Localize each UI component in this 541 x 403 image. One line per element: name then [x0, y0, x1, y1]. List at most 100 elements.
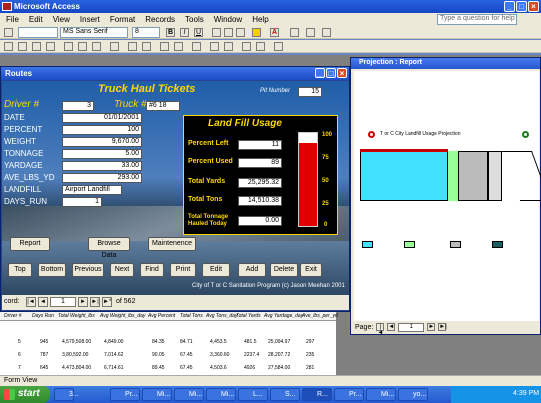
grid-cell: 89.45	[152, 365, 165, 371]
object-dropdown[interactable]	[18, 27, 58, 38]
prev-page-icon[interactable]: ◄	[387, 323, 396, 331]
date-field[interactable]: 01/01/2001	[62, 113, 142, 123]
view-icon[interactable]	[4, 28, 13, 37]
weight-field[interactable]: 9,670.00	[62, 137, 142, 147]
copy-icon[interactable]	[78, 42, 87, 51]
landfill-field[interactable]: Airport Landfill	[62, 185, 122, 195]
apply-filter-icon[interactable]	[174, 42, 183, 51]
line-color-icon[interactable]	[290, 28, 299, 37]
pit-number-field[interactable]: 15	[298, 87, 322, 97]
special-effect-icon[interactable]	[322, 28, 331, 37]
report-heading: T or C City Landfill Usage Projection	[380, 131, 461, 137]
percent-field[interactable]: 100	[62, 125, 142, 135]
form-minimize-icon[interactable]: _	[315, 68, 325, 78]
first-record-icon[interactable]: |◄	[26, 297, 36, 307]
next-page-icon[interactable]: ►	[427, 323, 436, 331]
taskbar-item[interactable]: yo...	[398, 388, 428, 401]
taskbar-item[interactable]: R...	[302, 388, 332, 401]
ave-lbs-yd-field[interactable]: 293.00	[62, 173, 142, 183]
driver-select[interactable]: 3	[62, 101, 94, 111]
taskbar-item[interactable]: L...	[238, 388, 268, 401]
undo-icon[interactable]	[110, 42, 119, 51]
save-icon[interactable]	[18, 42, 27, 51]
days-run-field[interactable]: 1	[62, 197, 102, 207]
print-preview-icon[interactable]	[46, 42, 55, 51]
menu-format[interactable]: Format	[110, 15, 135, 26]
maximize-icon[interactable]: □	[516, 1, 527, 12]
grid-header: Avg Tons_day	[206, 313, 238, 319]
yardage-field[interactable]: 33.00	[62, 161, 142, 171]
taskbar-item[interactable]: Mi...	[174, 388, 204, 401]
maintenence-button[interactable]: Maintenence	[148, 237, 196, 251]
taskbar-item[interactable]: S...	[270, 388, 300, 401]
taskbar-item[interactable]: 3...	[54, 388, 79, 401]
help-search-input[interactable]: Type a question for help	[437, 14, 517, 25]
add-button[interactable]: Add	[238, 263, 266, 277]
exit-button[interactable]: Exit	[300, 263, 322, 277]
taskbar-item[interactable]: Mi...	[206, 388, 236, 401]
top-button[interactable]: Top	[8, 263, 32, 277]
menu-view[interactable]: View	[53, 15, 70, 26]
sort-ascending-icon[interactable]	[128, 42, 137, 51]
find-icon[interactable]	[192, 42, 201, 51]
report-button[interactable]: Report	[10, 237, 50, 251]
form-close-icon[interactable]: ×	[337, 68, 347, 78]
last-page-icon[interactable]: ►|	[438, 323, 447, 331]
database-window-icon[interactable]	[256, 42, 265, 51]
design-view-icon[interactable]	[4, 42, 13, 51]
minimize-icon[interactable]: _	[504, 1, 515, 12]
align-right-icon[interactable]	[236, 28, 245, 37]
taskbar-item[interactable]: Mi...	[366, 388, 396, 401]
paste-icon[interactable]	[92, 42, 101, 51]
menu-tools[interactable]: Tools	[185, 15, 204, 26]
first-page-icon[interactable]: |◄	[376, 323, 385, 336]
font-color-icon[interactable]: A	[270, 28, 279, 37]
form-maximize-icon[interactable]: □	[326, 68, 336, 78]
previous-button[interactable]: Previous	[72, 263, 104, 277]
find-button[interactable]: Find	[140, 263, 164, 277]
next-button[interactable]: Next	[110, 263, 134, 277]
menu-file[interactable]: File	[6, 15, 19, 26]
new-record-icon[interactable]	[210, 42, 219, 51]
prev-record-icon[interactable]: ◄	[38, 297, 48, 307]
taskbar-item[interactable]: Pr...	[110, 388, 140, 401]
record-number-input[interactable]: 1	[50, 297, 76, 307]
taskbar-item[interactable]: Mi...	[142, 388, 172, 401]
close-icon[interactable]: ×	[528, 1, 539, 12]
menu-help[interactable]: Help	[252, 15, 268, 26]
new-record-nav-icon[interactable]: ►*	[102, 297, 112, 307]
menu-edit[interactable]: Edit	[29, 15, 43, 26]
menu-records[interactable]: Records	[145, 15, 175, 26]
next-record-icon[interactable]: ►	[78, 297, 88, 307]
print-icon[interactable]	[32, 42, 41, 51]
taskbar-item[interactable]: Pr...	[334, 388, 364, 401]
align-left-icon[interactable]	[212, 28, 221, 37]
truck-select[interactable]: #6 18	[146, 101, 180, 111]
fill-color-icon[interactable]	[252, 28, 261, 37]
font-name-select[interactable]: MS Sans Serif	[60, 27, 128, 38]
underline-icon[interactable]: U	[194, 28, 203, 37]
help-icon[interactable]	[274, 42, 283, 51]
sort-descending-icon[interactable]	[142, 42, 151, 51]
bold-icon[interactable]: B	[166, 28, 175, 37]
italic-icon[interactable]: I	[180, 28, 189, 37]
filter-icon[interactable]	[160, 42, 169, 51]
align-center-icon[interactable]	[224, 28, 233, 37]
font-size-select[interactable]: 8	[132, 27, 160, 38]
edit-button[interactable]: Edit	[202, 263, 230, 277]
browse-data-button[interactable]: Browse Data	[88, 237, 130, 259]
border-width-icon[interactable]	[306, 28, 315, 37]
cut-icon[interactable]	[64, 42, 73, 51]
last-record-icon[interactable]: ►|	[90, 297, 100, 307]
print-button[interactable]: Print	[170, 263, 196, 277]
delete-button[interactable]: Delete	[270, 263, 298, 277]
delete-record-icon[interactable]	[224, 42, 233, 51]
page-number-input[interactable]: 1	[398, 322, 425, 332]
start-button[interactable]: start	[0, 386, 50, 403]
properties-icon[interactable]	[242, 42, 251, 51]
grid-cell: 7,014.62	[104, 352, 124, 358]
menu-insert[interactable]: Insert	[80, 15, 100, 26]
bottom-button[interactable]: Bottom	[38, 263, 66, 277]
menu-window[interactable]: Window	[214, 15, 242, 26]
tonnage-field[interactable]: 5.00	[62, 149, 142, 159]
